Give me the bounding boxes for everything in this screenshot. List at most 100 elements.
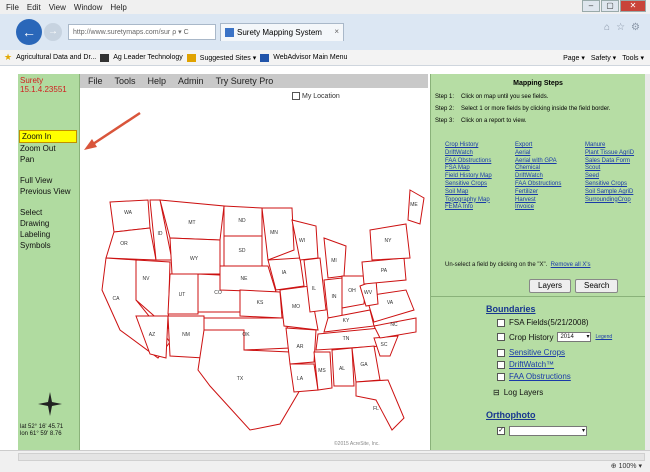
tab-title: Surety Mapping System xyxy=(237,28,322,37)
restore-button[interactable]: ▢ xyxy=(601,0,619,12)
report-link[interactable]: Export xyxy=(515,142,585,150)
zoom-value: 100% xyxy=(618,463,637,470)
zoom-in-tool[interactable]: Zoom In xyxy=(19,130,77,143)
zoom-level[interactable]: ⊕ 100% ▾ xyxy=(611,462,642,470)
orthophoto-checkbox[interactable]: ✓ xyxy=(497,427,505,435)
horizontal-scrollbar[interactable] xyxy=(18,453,645,461)
crop-history-checkbox[interactable] xyxy=(497,333,505,341)
fsa-fields-checkbox[interactable] xyxy=(497,318,505,327)
browser-menu-view[interactable]: View xyxy=(49,3,66,12)
state-shape[interactable] xyxy=(289,363,319,393)
report-link[interactable]: Sensitive Crops xyxy=(445,181,515,189)
my-location-toggle[interactable]: My Location xyxy=(292,92,340,100)
report-link[interactable]: FAA Obstructions xyxy=(515,181,585,189)
vertical-scrollbar[interactable] xyxy=(645,74,650,450)
symbols-tool[interactable]: Symbols xyxy=(18,240,79,251)
remove-all-link[interactable]: Remove all X's xyxy=(551,262,591,268)
orthophoto-select[interactable] xyxy=(509,426,587,436)
report-link[interactable]: SurroundingCrop xyxy=(585,197,645,205)
report-link[interactable]: Scout xyxy=(585,165,645,173)
report-link[interactable]: Manure xyxy=(585,142,645,150)
report-link[interactable]: FAA Obstructions xyxy=(445,158,515,166)
collapse-icon[interactable]: ⊟ xyxy=(493,388,500,397)
report-link[interactable]: Chemical xyxy=(515,165,585,173)
log-layers-toggle[interactable]: ⊟ Log Layers xyxy=(493,388,543,397)
drawing-tool[interactable]: Drawing xyxy=(18,218,79,229)
driftwatch-checkbox[interactable] xyxy=(497,361,505,369)
tab-surety-mapping[interactable]: Surety Mapping System × xyxy=(220,23,344,41)
state-shape[interactable] xyxy=(373,317,417,339)
select-tool[interactable]: Select xyxy=(18,207,79,218)
map-canvas[interactable]: WA OR CA NV ID MT WY UT AZ CO NM ND SD NE KS OK TX MN IA MO… xyxy=(80,90,428,450)
crop-year-select[interactable]: 2014 xyxy=(557,332,592,342)
state-shape[interactable] xyxy=(219,265,277,293)
favorites-bar: ★ Agricultural Data and Dr... Ag Leader … xyxy=(0,50,650,66)
report-link[interactable]: Sales Data Form xyxy=(585,158,645,166)
report-link[interactable]: Aerial xyxy=(515,150,585,158)
page-menu[interactable]: Page ▾ xyxy=(563,54,585,62)
tools-menu[interactable]: Tools ▾ xyxy=(622,54,644,62)
report-link[interactable]: Aerial with GPA xyxy=(515,158,585,166)
faa-obstructions-link[interactable]: FAA Obstructions xyxy=(509,372,571,382)
favorites-star-icon[interactable]: ☆ xyxy=(616,22,625,33)
state-shape[interactable] xyxy=(109,199,151,233)
forward-button[interactable]: → xyxy=(44,23,62,41)
browser-menu-file[interactable]: File xyxy=(6,3,19,12)
report-link[interactable]: FEMA Info xyxy=(445,204,515,212)
back-button[interactable]: ← xyxy=(16,19,42,45)
favorites-star-icon[interactable]: ★ xyxy=(4,52,12,63)
browser-menu-help[interactable]: Help xyxy=(110,3,126,12)
settings-gear-icon[interactable]: ⚙ xyxy=(631,22,640,33)
favorite-suggested-sites[interactable]: Suggested Sites ▾ xyxy=(200,54,256,62)
report-link[interactable]: Sensitive Crops xyxy=(585,181,645,189)
favorite-agricultural-data[interactable]: Agricultural Data and Dr... xyxy=(16,54,96,61)
report-link[interactable]: Crop History xyxy=(445,142,515,150)
report-link[interactable]: Fertilizer xyxy=(515,189,585,197)
faa-obstructions-checkbox[interactable] xyxy=(497,373,505,381)
report-link[interactable]: Plant Tissue AgriD xyxy=(585,150,645,158)
close-window-button[interactable]: ✕ xyxy=(620,0,646,12)
app-menu-admin[interactable]: Admin xyxy=(178,76,204,86)
report-link[interactable]: Seed xyxy=(585,173,645,181)
report-link[interactable]: DriftWatch xyxy=(515,173,585,181)
safety-menu[interactable]: Safety ▾ xyxy=(591,54,616,62)
state-shape[interactable] xyxy=(355,379,405,431)
browser-menu-window[interactable]: Window xyxy=(74,3,102,12)
us-state-map[interactable]: WA OR CA NV ID MT WY UT AZ CO NM ND SD NE KS OK TX MN IA MO… xyxy=(80,90,428,450)
state-shape[interactable] xyxy=(105,227,157,261)
report-link[interactable]: Soil Map xyxy=(445,189,515,197)
app-menu-try-pro[interactable]: Try Surety Pro xyxy=(216,76,274,86)
sensitive-crops-checkbox[interactable] xyxy=(497,349,505,357)
zoom-out-tool[interactable]: Zoom Out xyxy=(18,143,79,154)
my-location-checkbox[interactable] xyxy=(292,92,300,100)
pan-tool[interactable]: Pan xyxy=(18,154,79,165)
url-input[interactable]: http://www.suretymaps.com/sur ρ ▾ C xyxy=(68,24,216,40)
sensitive-crops-link[interactable]: Sensitive Crops xyxy=(509,348,565,358)
app-menu-tools[interactable]: Tools xyxy=(115,76,136,86)
driftwatch-link[interactable]: DriftWatch™ xyxy=(509,360,554,370)
state-label: UT xyxy=(179,292,186,298)
browser-menubar: File Edit View Window Help – ▢ ✕ xyxy=(0,0,650,14)
full-view-tool[interactable]: Full View xyxy=(18,175,79,186)
minimize-button[interactable]: – xyxy=(582,0,600,12)
report-link[interactable]: Harvest xyxy=(515,197,585,205)
state-shape[interactable] xyxy=(261,207,295,261)
search-button[interactable]: Search xyxy=(575,279,619,293)
layers-button[interactable]: Layers xyxy=(529,279,572,293)
app-menu-file[interactable]: File xyxy=(88,76,103,86)
report-link[interactable]: FSA Map xyxy=(445,165,515,173)
report-link[interactable]: Invoice xyxy=(515,204,585,212)
home-icon[interactable]: ⌂ xyxy=(604,22,610,33)
favorite-ag-leader[interactable]: Ag Leader Technology xyxy=(113,54,183,61)
legend-link[interactable]: Legend xyxy=(595,334,612,340)
favorite-webadvisor[interactable]: WebAdvisor Main Menu xyxy=(273,54,347,61)
previous-view-tool[interactable]: Previous View xyxy=(18,186,79,197)
tab-close-icon[interactable]: × xyxy=(334,27,339,36)
app-menu-help[interactable]: Help xyxy=(148,76,167,86)
report-link[interactable]: Topography Map xyxy=(445,197,515,205)
report-link[interactable]: Soil Sample AgriD xyxy=(585,189,645,197)
labeling-tool[interactable]: Labeling xyxy=(18,229,79,240)
report-link[interactable]: DriftWatch xyxy=(445,150,515,158)
browser-menu-edit[interactable]: Edit xyxy=(27,3,41,12)
report-link[interactable]: Field History Map xyxy=(445,173,515,181)
